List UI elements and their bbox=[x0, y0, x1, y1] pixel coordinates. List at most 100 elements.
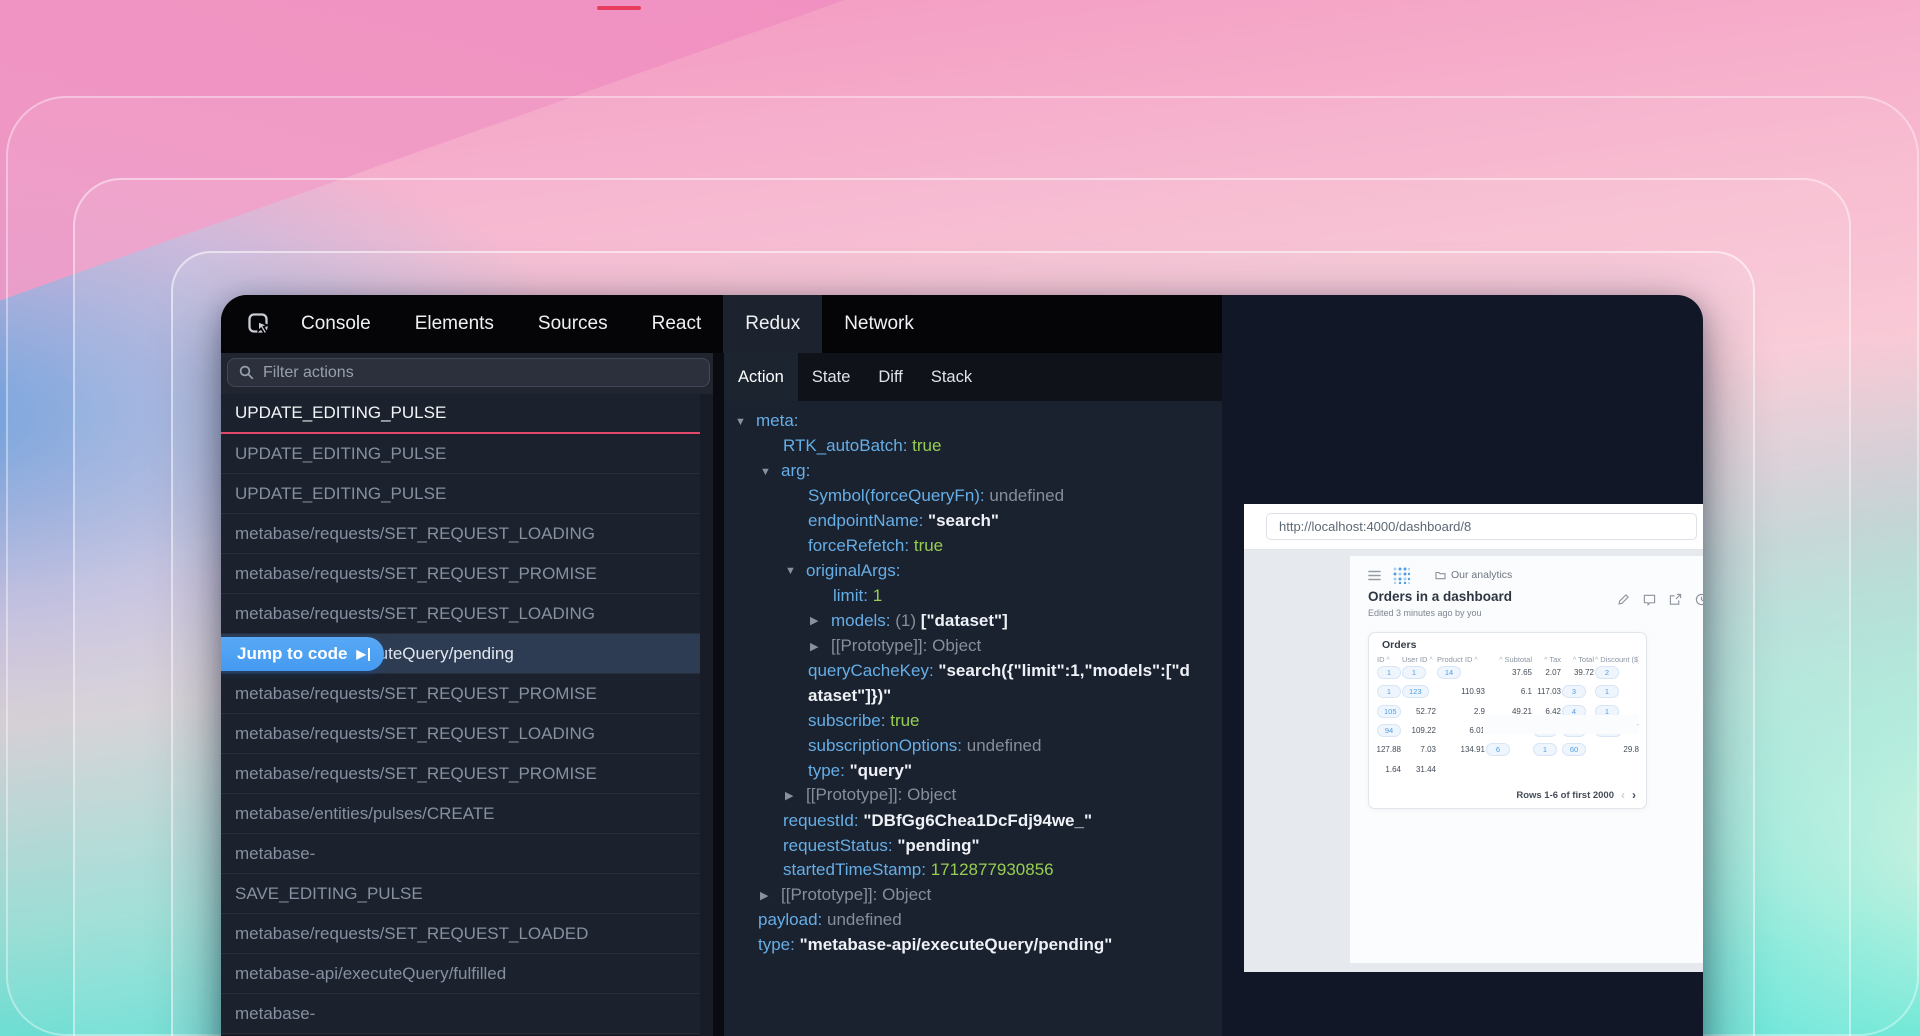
tab-network[interactable]: Network bbox=[822, 295, 936, 353]
table-cell: 1 bbox=[1595, 682, 1639, 701]
action-row[interactable]: metabase- bbox=[221, 834, 700, 874]
table-cell: 6.01 bbox=[1437, 721, 1485, 740]
table-cell: 105 bbox=[1377, 702, 1401, 721]
id-badge: 60 bbox=[1562, 743, 1586, 756]
chevron-right-icon[interactable]: ▶ bbox=[785, 784, 806, 809]
id-badge: 2 bbox=[1595, 666, 1619, 679]
dashboard-title: Orders in a dashboard bbox=[1368, 589, 1512, 604]
action-row[interactable]: metabase/entities/pulses/CREATE bbox=[221, 794, 700, 834]
tree-line: subscriptionOptions: undefined bbox=[724, 734, 1192, 759]
filter-actions-input[interactable]: Filter actions bbox=[227, 358, 710, 387]
prev-page-icon[interactable]: ‹ bbox=[1621, 789, 1625, 801]
tree-key: payload: bbox=[758, 910, 822, 929]
inspector-subtabs: ActionStateDiffStack bbox=[724, 353, 1222, 401]
url-input[interactable]: http://localhost:4000/dashboard/8 bbox=[1266, 513, 1697, 540]
id-badge: 1 bbox=[1595, 685, 1619, 698]
tree-line: ▼originalArgs: bbox=[724, 559, 1192, 584]
metabase-logo[interactable] bbox=[1392, 566, 1410, 584]
action-row[interactable]: UPDATE_EDITING_PULSE bbox=[221, 474, 700, 514]
tree-key: arg: bbox=[781, 461, 810, 480]
table-cell: 37.65 bbox=[1486, 663, 1532, 682]
table-cell: 6.1 bbox=[1486, 682, 1532, 701]
chevron-down-icon[interactable]: ▼ bbox=[785, 559, 806, 584]
devtools-tabbar: ConsoleElementsSourcesReactReduxNetwork bbox=[221, 295, 1222, 353]
id-badge: 14 bbox=[1437, 666, 1461, 679]
action-row[interactable]: metabase/requests/SET_REQUEST_PROMISE bbox=[221, 754, 700, 794]
breadcrumb[interactable]: Our analytics bbox=[1435, 569, 1512, 581]
table-cell: 1.64 bbox=[1377, 759, 1401, 778]
subtab-diff[interactable]: Diff bbox=[864, 353, 916, 401]
filter-placeholder: Filter actions bbox=[263, 364, 354, 382]
action-row[interactable]: metabase-api/executeQuery/fulfilled bbox=[221, 954, 700, 994]
id-badge: 105 bbox=[1377, 705, 1401, 718]
breadcrumb-label: Our analytics bbox=[1451, 569, 1512, 581]
tree-value: Object bbox=[882, 885, 931, 904]
chevron-down-icon[interactable]: ▼ bbox=[735, 410, 756, 435]
tree-line: Symbol(forceQueryFn): undefined bbox=[724, 484, 1192, 509]
chevron-right-icon[interactable]: ▶ bbox=[760, 884, 781, 909]
panel-divider[interactable] bbox=[713, 353, 724, 1036]
chevron-right-icon[interactable]: ▶ bbox=[810, 609, 831, 634]
dashboard-actions bbox=[1617, 593, 1703, 606]
tree-key: forceRefetch: bbox=[808, 536, 909, 555]
action-row[interactable]: metabase/requests/SET_REQUEST_LOADING bbox=[221, 514, 700, 554]
tree-line: requestId: "DBfGg6Chea1DcFdj94we_" bbox=[724, 809, 1192, 834]
tree-key: [[Prototype]]: bbox=[831, 636, 927, 655]
action-row[interactable]: metabase/requests/SET_REQUEST_LOADING bbox=[221, 714, 700, 754]
tree-value: undefined bbox=[967, 736, 1042, 755]
edit-pencil-icon[interactable] bbox=[1617, 593, 1630, 606]
action-row[interactable]: metabase- bbox=[221, 994, 700, 1034]
action-row[interactable]: metabase/requests/SET_REQUEST_PROMISE bbox=[221, 554, 700, 594]
tree-line: ▶[[Prototype]]: Object bbox=[724, 634, 1192, 659]
folder-icon bbox=[1435, 570, 1446, 580]
subtab-action[interactable]: Action bbox=[724, 353, 798, 401]
tree-value: undefined bbox=[989, 486, 1064, 505]
tree-key: [[Prototype]]: bbox=[806, 785, 902, 804]
export-icon[interactable] bbox=[1669, 593, 1682, 606]
jump-to-code-button[interactable]: Jump to code ▶ bbox=[221, 637, 384, 671]
tab-sources[interactable]: Sources bbox=[516, 295, 630, 353]
chevron-right-icon[interactable]: ▶ bbox=[810, 635, 831, 660]
sharing-icon[interactable] bbox=[1643, 593, 1656, 606]
action-row[interactable]: UPDATE_EDITING_PULSE bbox=[221, 394, 700, 434]
id-badge: 94 bbox=[1377, 724, 1401, 737]
next-page-icon[interactable]: › bbox=[1632, 789, 1636, 801]
table-cell: 14 bbox=[1437, 663, 1485, 682]
browser-preview: http://localhost:4000/dashboard/8 bbox=[1244, 504, 1703, 972]
tree-line: startedTimeStamp: 1712877930856 bbox=[724, 858, 1192, 883]
action-row[interactable]: metabase/requests/SET_REQUEST_LOADED bbox=[221, 914, 700, 954]
chevron-down-icon[interactable]: ▼ bbox=[760, 460, 781, 485]
tree-value: 1 bbox=[873, 586, 882, 605]
action-row[interactable]: UPDATE_EDITING_PULSE bbox=[221, 434, 700, 474]
table-cell: 134.91 bbox=[1437, 740, 1485, 759]
tree-value: Object bbox=[932, 636, 981, 655]
tab-elements[interactable]: Elements bbox=[393, 295, 516, 353]
subtab-state[interactable]: State bbox=[798, 353, 865, 401]
table-cell: 127.88 bbox=[1377, 740, 1401, 759]
subtab-stack[interactable]: Stack bbox=[917, 353, 986, 401]
action-rows: UPDATE_EDITING_PULSEUPDATE_EDITING_PULSE… bbox=[221, 394, 713, 1034]
top-red-accent bbox=[597, 6, 641, 10]
tab-react[interactable]: React bbox=[630, 295, 724, 353]
table-cell: 39.72 bbox=[1562, 663, 1594, 682]
tree-key: subscribe: bbox=[808, 711, 885, 730]
action-row[interactable]: metabase/requests/SET_REQUEST_PROMISE bbox=[221, 674, 700, 714]
table-cell: 1 bbox=[1402, 663, 1436, 682]
tree-key: queryCacheKey: bbox=[808, 661, 934, 680]
devtools-tabs: ConsoleElementsSourcesReactReduxNetwork bbox=[279, 295, 936, 353]
inspect-element-icon[interactable] bbox=[239, 311, 279, 338]
action-row[interactable]: SAVE_EDITING_PULSE bbox=[221, 874, 700, 914]
table-cell: 2.07 bbox=[1533, 663, 1561, 682]
tab-console[interactable]: Console bbox=[279, 295, 393, 353]
hamburger-menu-icon[interactable] bbox=[1368, 570, 1381, 581]
id-badge: 1 bbox=[1533, 743, 1557, 756]
id-badge: 6 bbox=[1486, 743, 1510, 756]
metabase-dashboard: Our analytics Orders in a dashboard Edit… bbox=[1350, 556, 1703, 963]
tree-value: true bbox=[890, 711, 919, 730]
table-cell: 3 bbox=[1562, 682, 1594, 701]
action-row[interactable]: metabase/requests/SET_REQUEST_LOADING bbox=[221, 594, 700, 634]
clock-icon[interactable] bbox=[1695, 593, 1703, 606]
tab-redux[interactable]: Redux bbox=[723, 295, 822, 353]
tree-value: "search" bbox=[928, 511, 999, 530]
search-icon bbox=[239, 365, 254, 380]
